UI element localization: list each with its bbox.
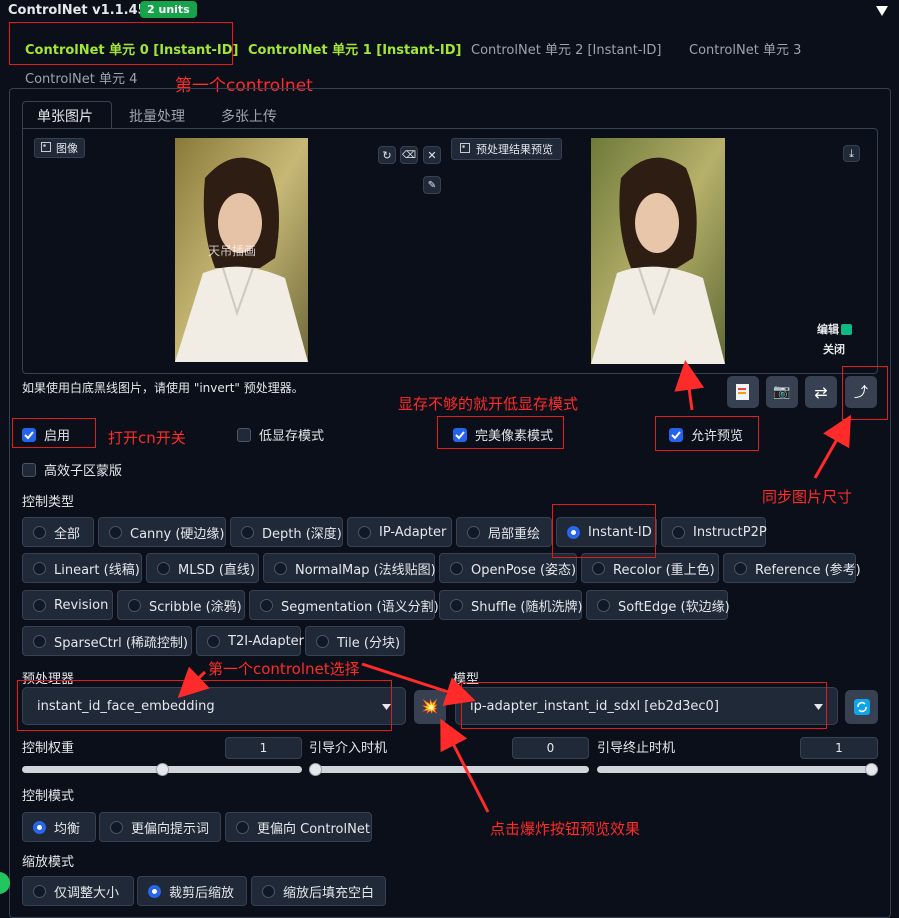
annotation-arrows: [177, 360, 851, 813]
